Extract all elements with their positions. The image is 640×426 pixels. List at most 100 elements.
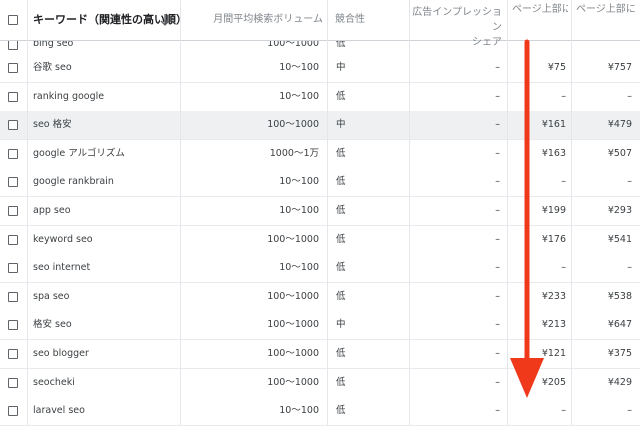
table-row[interactable]: spa seo 100～1000 低 – ¥233 ¥538: [0, 282, 640, 312]
column-divider: [409, 0, 410, 425]
row-top-of-page-high: –: [627, 262, 632, 274]
header-competition[interactable]: 競合性: [335, 0, 365, 40]
table-row[interactable]: laravel seo 10～100 低 – – –: [0, 397, 640, 426]
row-checkbox[interactable]: [8, 40, 18, 50]
header-impression-share-line1: 広告インプレッション: [412, 7, 502, 33]
row-top-of-page-low: ¥75: [547, 62, 566, 73]
row-keyword: 谷歌 seo: [33, 62, 72, 73]
row-competition: 低: [336, 90, 346, 102]
table-row[interactable]: ranking google 10～100 低 – – –: [0, 82, 640, 112]
row-checkbox[interactable]: [8, 263, 18, 274]
row-competition: 低: [336, 290, 346, 302]
row-competition: 低: [336, 405, 346, 417]
row-top-of-page-high: –: [627, 90, 632, 102]
row-checkbox[interactable]: [8, 177, 18, 188]
row-keyword: keyword seo: [33, 233, 93, 245]
row-top-of-page-high: ¥375: [607, 348, 632, 359]
row-top-of-page-high: ¥647: [607, 319, 632, 331]
table-row[interactable]: 格安 seo 100～1000 中 – ¥213 ¥647: [0, 311, 640, 341]
row-top-of-page-high: ¥541: [607, 233, 632, 245]
header-top-of-page-high[interactable]: ページ上部に: [576, 0, 640, 40]
row-checkbox[interactable]: [8, 406, 18, 417]
row-keyword: seo 格安: [33, 119, 72, 131]
table-row[interactable]: google rankbrain 10～100 低 – – –: [0, 168, 640, 198]
row-competition: 低: [336, 147, 346, 159]
row-top-of-page-low: ¥205: [541, 376, 566, 388]
row-top-of-page-low: –: [561, 90, 566, 102]
table-row[interactable]: seocheki 100～1000 低 – ¥205 ¥429: [0, 368, 640, 398]
row-volume: 10～100: [279, 262, 319, 274]
table-header: キーワード（関連性の高い順） 月間平均検索ボリューム 競合性 広告インプレッショ…: [0, 0, 640, 48]
row-volume: 10～100: [279, 205, 319, 216]
column-divider: [180, 0, 181, 425]
row-checkbox[interactable]: [8, 120, 18, 131]
table-row[interactable]: app seo 10～100 低 – ¥199 ¥293: [0, 197, 640, 226]
header-volume[interactable]: 月間平均検索ボリューム: [180, 0, 323, 40]
row-top-of-page-high: –: [627, 405, 632, 417]
row-impression-share: –: [495, 176, 500, 188]
row-checkbox[interactable]: [8, 377, 18, 388]
row-keyword: seo blogger: [33, 348, 89, 359]
row-top-of-page-low: ¥121: [541, 348, 566, 359]
row-impression-share: –: [495, 62, 500, 73]
row-top-of-page-low: ¥163: [541, 147, 566, 159]
row-keyword: ranking google: [33, 90, 105, 102]
row-competition: 中: [336, 119, 346, 131]
row-top-of-page-high: ¥429: [607, 376, 632, 388]
row-competition: 低: [336, 205, 346, 216]
table-row[interactable]: seo internet 10～100 低 – – –: [0, 254, 640, 284]
row-top-of-page-low: –: [561, 405, 566, 417]
table-row[interactable]: keyword seo 100～1000 低 – ¥176 ¥541: [0, 225, 640, 255]
row-top-of-page-high: ¥538: [607, 290, 632, 302]
row-keyword: app seo: [33, 205, 71, 216]
row-checkbox[interactable]: [8, 206, 18, 216]
row-checkbox[interactable]: [8, 320, 18, 331]
row-keyword: 格安 seo: [33, 319, 72, 331]
row-checkbox[interactable]: [8, 291, 18, 302]
row-top-of-page-low: ¥213: [541, 319, 566, 331]
row-checkbox[interactable]: [8, 234, 18, 245]
row-competition: 低: [336, 176, 346, 188]
row-checkbox[interactable]: [8, 349, 18, 359]
row-volume: 100～1000: [267, 233, 319, 245]
table-row[interactable]: seo blogger 100～1000 低 – ¥121 ¥375: [0, 340, 640, 369]
table-row[interactable]: google アルゴリズム 1000～1万 低 – ¥163 ¥507: [0, 139, 640, 169]
row-top-of-page-low: ¥233: [541, 290, 566, 302]
row-checkbox[interactable]: [8, 91, 18, 102]
sort-arrow-down-icon[interactable]: [159, 13, 171, 27]
row-volume: 100～1000: [267, 376, 319, 388]
row-impression-share: –: [495, 147, 500, 159]
row-competition: 低: [336, 233, 346, 245]
row-volume: 1000～1万: [269, 147, 319, 159]
row-top-of-page-high: ¥507: [607, 147, 632, 159]
row-top-of-page-low: ¥176: [541, 233, 566, 245]
header-impression-share[interactable]: 広告インプレッション シェア: [410, 0, 502, 48]
row-volume: 10～100: [279, 176, 319, 188]
column-divider: [571, 0, 572, 425]
row-keyword: laravel seo: [33, 405, 85, 417]
row-competition: 低: [336, 348, 346, 359]
row-impression-share: –: [495, 262, 500, 274]
row-checkbox[interactable]: [8, 148, 18, 159]
row-competition: 中: [336, 62, 346, 73]
row-competition: 中: [336, 319, 346, 331]
keyword-table: キーワード（関連性の高い順） 月間平均検索ボリューム 競合性 広告インプレッショ…: [0, 0, 640, 426]
table-row[interactable]: seo 格安 100～1000 中 – ¥161 ¥479: [0, 111, 640, 141]
row-top-of-page-low: ¥161: [541, 119, 566, 131]
row-top-of-page-low: –: [561, 176, 566, 188]
row-checkbox[interactable]: [8, 63, 18, 73]
row-top-of-page-high: ¥479: [607, 119, 632, 131]
row-competition: 低: [336, 376, 346, 388]
row-top-of-page-low: –: [561, 262, 566, 274]
row-impression-share: –: [495, 348, 500, 359]
select-all-checkbox[interactable]: [8, 15, 18, 25]
row-impression-share: –: [495, 119, 500, 131]
row-impression-share: –: [495, 233, 500, 245]
row-top-of-page-high: ¥293: [607, 205, 632, 216]
row-keyword: google rankbrain: [33, 176, 114, 188]
header-top-of-page-low[interactable]: ページ上部に掲: [512, 0, 568, 40]
table-row[interactable]: 谷歌 seo 10～100 中 – ¥75 ¥757: [0, 54, 640, 83]
row-top-of-page-low: ¥199: [541, 205, 566, 216]
row-top-of-page-high: –: [627, 176, 632, 188]
column-divider: [507, 0, 508, 425]
